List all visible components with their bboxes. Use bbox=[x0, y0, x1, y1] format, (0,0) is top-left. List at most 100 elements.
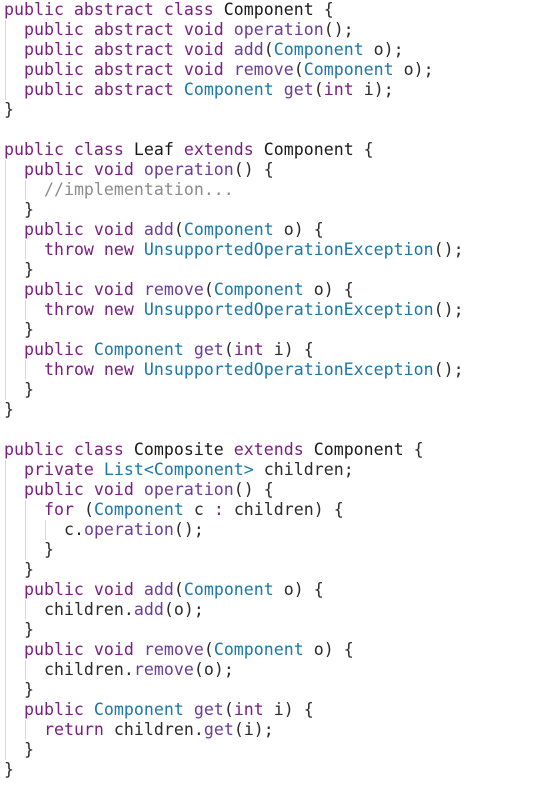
code-line: throw new UnsupportedOperationException(… bbox=[0, 240, 534, 260]
code-token: add bbox=[133, 600, 164, 619]
code-token: Component bbox=[213, 280, 314, 299]
code-token: (o); bbox=[193, 660, 234, 679]
code-token: ( bbox=[173, 580, 184, 599]
code-token: Leaf bbox=[133, 140, 184, 159]
code-line: throw new UnsupportedOperationException(… bbox=[0, 300, 534, 320]
code-token: public bbox=[23, 340, 94, 359]
indent-guide bbox=[5, 460, 6, 480]
indent-guide bbox=[5, 500, 6, 520]
code-line: } bbox=[0, 380, 534, 400]
code-token: o bbox=[313, 640, 324, 659]
code-token: //implementation... bbox=[43, 180, 234, 199]
code-line: public abstract class Component { bbox=[0, 0, 534, 20]
indent-guide bbox=[5, 740, 6, 760]
indent-guide bbox=[5, 220, 6, 240]
code-token: } bbox=[23, 560, 34, 579]
code-line: public void operation() { bbox=[0, 480, 534, 500]
code-token: public void bbox=[23, 280, 144, 299]
code-token: public abstract void bbox=[23, 40, 234, 59]
code-token: } bbox=[23, 380, 34, 399]
code-token: Component bbox=[183, 220, 284, 239]
code-token: int bbox=[323, 80, 364, 99]
code-token: Component bbox=[183, 80, 284, 99]
code-line: } bbox=[0, 540, 534, 560]
code-token: get bbox=[283, 80, 314, 99]
code-token: throw new bbox=[43, 240, 144, 259]
code-token: o bbox=[373, 40, 384, 59]
code-line: public abstract void add(Component o); bbox=[0, 40, 534, 60]
indent-guide bbox=[5, 160, 6, 180]
code-token: } bbox=[43, 540, 54, 559]
indent-guide bbox=[45, 520, 46, 540]
code-token: public void bbox=[23, 580, 144, 599]
indent-guide bbox=[5, 80, 6, 100]
code-token: return bbox=[43, 720, 114, 739]
indent-guide bbox=[5, 320, 6, 340]
code-token: remove bbox=[143, 640, 204, 659]
code-token: children bbox=[263, 460, 344, 479]
code-token: public void bbox=[23, 160, 144, 179]
indent-guide bbox=[25, 520, 26, 540]
code-token: get bbox=[203, 720, 234, 739]
indent-guide bbox=[25, 360, 26, 380]
code-token: public class bbox=[4, 440, 134, 459]
indent-guide bbox=[5, 360, 6, 380]
code-token: ) { bbox=[293, 580, 324, 599]
code-token: ( bbox=[223, 700, 234, 719]
code-token: public abstract void bbox=[23, 20, 234, 39]
code-token: Component bbox=[263, 140, 354, 159]
code-token: UnsupportedOperationException bbox=[143, 300, 434, 319]
code-token: children bbox=[43, 660, 124, 679]
code-token: children bbox=[43, 600, 124, 619]
code-token: ( bbox=[203, 280, 214, 299]
indent-guide bbox=[5, 620, 6, 640]
code-line: } bbox=[0, 400, 534, 420]
indent-guide bbox=[5, 180, 6, 200]
code-token: } bbox=[4, 400, 14, 419]
code-line: public abstract void operation(); bbox=[0, 20, 534, 40]
code-token: remove bbox=[233, 60, 294, 79]
code-token: ) { bbox=[293, 220, 324, 239]
code-token: ( bbox=[223, 340, 234, 359]
code-line: } bbox=[0, 760, 534, 780]
code-token: ) { bbox=[283, 340, 314, 359]
code-token: add bbox=[143, 220, 174, 239]
code-token: extends bbox=[233, 440, 314, 459]
code-token: Component bbox=[273, 40, 374, 59]
code-token: operation bbox=[83, 520, 174, 539]
code-token: ( bbox=[173, 220, 184, 239]
code-token: public class bbox=[4, 140, 134, 159]
code-token: (); bbox=[433, 240, 464, 259]
code-editor[interactable]: public abstract class Component { public… bbox=[0, 0, 534, 789]
code-token: get bbox=[193, 340, 224, 359]
indent-guide bbox=[25, 500, 26, 520]
code-token: ( bbox=[83, 500, 94, 519]
code-token: c bbox=[63, 520, 74, 539]
code-token: o bbox=[283, 220, 294, 239]
code-line: } bbox=[0, 740, 534, 760]
code-token: } bbox=[23, 620, 34, 639]
code-token: (); bbox=[433, 360, 464, 379]
code-line: } bbox=[0, 680, 534, 700]
code-line: throw new UnsupportedOperationException(… bbox=[0, 360, 534, 380]
code-line: children.add(o); bbox=[0, 600, 534, 620]
code-token: add bbox=[143, 580, 174, 599]
